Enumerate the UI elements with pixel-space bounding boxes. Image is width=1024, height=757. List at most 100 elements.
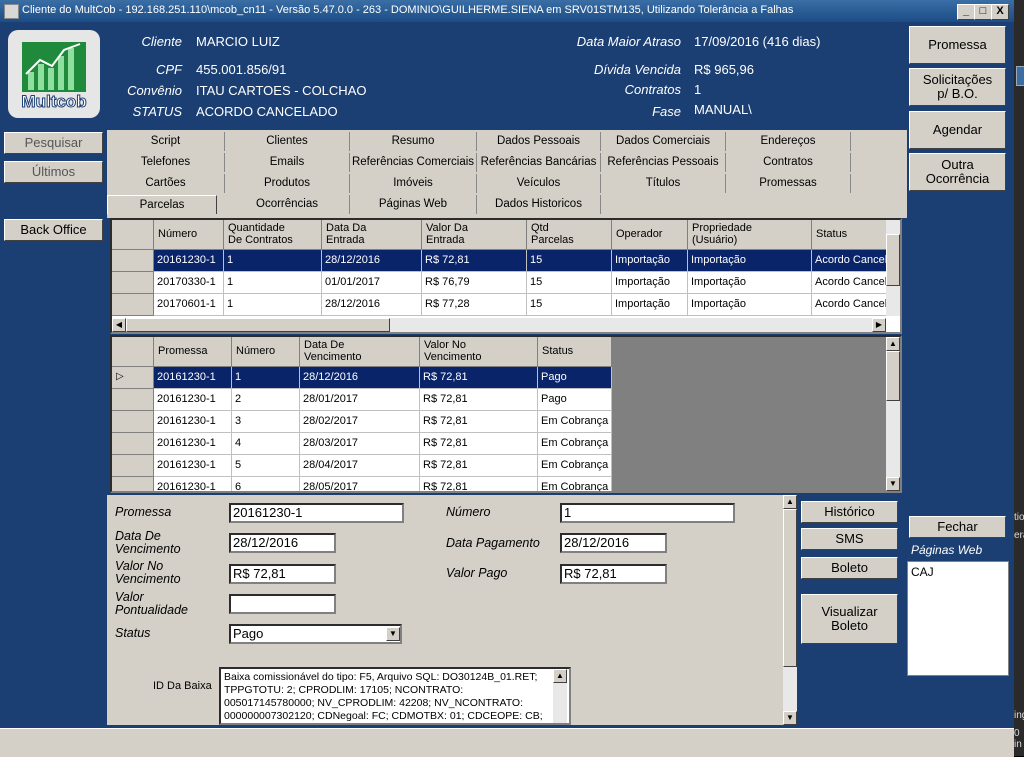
scroll-thumb[interactable] [886,234,900,286]
table-cell[interactable]: 20161230-1 [154,455,232,477]
table-cell[interactable]: R$ 72,81 [420,411,538,433]
tab-referencias-pessoais[interactable]: Referências Pessoais [601,153,726,172]
table-cell[interactable]: 2 [232,389,300,411]
minimize-button[interactable]: _ [957,4,975,20]
tab-emails[interactable]: Emails [225,153,350,172]
table-cell[interactable]: 28/01/2017 [300,389,420,411]
col-header-promessa[interactable]: Promessa [154,337,232,367]
table-cell[interactable]: R$ 72,81 [420,477,538,491]
tab-produtos[interactable]: Produtos [225,174,350,193]
table-cell[interactable]: 5 [232,455,300,477]
tab-script[interactable]: Script [107,132,225,151]
data-vencimento-field[interactable]: 28/12/2016 [229,533,336,553]
id-baixa-textarea[interactable]: Baixa comissionável do tipo: F5, Arquivo… [219,667,571,725]
col-header-data-vencimento[interactable]: Data De Vencimento [300,337,420,367]
table-cell[interactable]: 20161230-1 [154,411,232,433]
table-cell[interactable]: 15 [527,272,612,294]
scroll-down-icon[interactable]: ▼ [886,477,900,491]
pesquisar-button[interactable]: Pesquisar [4,132,103,154]
col-header-operador[interactable]: Operador [612,220,688,250]
table-cell[interactable]: R$ 72,81 [420,455,538,477]
col-header-quantidade[interactable]: Quantidade De Contratos [224,220,322,250]
scroll-up-icon[interactable]: ▲ [553,669,567,683]
dropdown-arrow-icon[interactable]: ▼ [386,627,400,641]
table-cell[interactable]: Importação [612,272,688,294]
tab-referencias-comerciais[interactable]: Referências Comerciais [350,153,477,172]
valor-vencimento-field[interactable]: R$ 72,81 [229,564,336,584]
promessa-button[interactable]: Promessa [909,26,1006,64]
table-cell[interactable]: 28/03/2017 [300,433,420,455]
parcelas-grid[interactable]: Promessa Número Data De Vencimento Valor… [110,335,902,493]
tab-cartoes[interactable]: Cartões [107,174,225,193]
scroll-down-icon[interactable]: ▼ [783,711,797,725]
scroll-thumb[interactable] [783,509,797,667]
row-header[interactable] [112,477,154,491]
table-cell[interactable]: Importação [688,272,812,294]
tab-dados-historicos[interactable]: Dados Historicos [477,195,601,214]
table-cell[interactable]: 15 [527,250,612,272]
scroll-thumb[interactable] [886,351,900,401]
table-cell[interactable]: Importação [688,294,812,316]
tab-ocorrencias[interactable]: Ocorrências [225,195,350,214]
scroll-up-icon[interactable]: ▲ [886,337,900,351]
tab-dados-pessoais[interactable]: Dados Pessoais [477,132,601,151]
row-header[interactable] [112,389,154,411]
tab-titulos[interactable]: Títulos [601,174,726,193]
table-cell[interactable]: Importação [612,294,688,316]
vertical-scrollbar[interactable] [886,220,900,316]
solicitacoes-bo-button[interactable]: Solicitações p/ B.O. [909,68,1006,106]
tab-veiculos[interactable]: Veículos [477,174,601,193]
table-cell[interactable]: 20161230-1 [154,250,224,272]
current-row-arrow-icon[interactable]: ▷ [112,367,154,389]
table-cell[interactable]: R$ 72,81 [420,367,538,389]
table-cell[interactable]: 28/12/2016 [300,367,420,389]
visualizar-boleto-button[interactable]: Visualizar Boleto [801,594,898,644]
row-header[interactable] [112,272,154,294]
historico-button[interactable]: Histórico [801,501,898,523]
scroll-left-icon[interactable]: ◀ [112,318,126,332]
table-cell[interactable]: 6 [232,477,300,491]
col-header-status[interactable]: Status [812,220,888,250]
table-cell[interactable]: 1 [224,250,322,272]
table-cell[interactable]: 20161230-1 [154,477,232,491]
tab-contratos[interactable]: Contratos [726,153,851,172]
status-select[interactable]: Pago ▼ [229,624,402,644]
table-cell[interactable]: Em Cobrança [538,411,612,433]
table-cell[interactable]: 01/01/2017 [322,272,422,294]
horizontal-scrollbar[interactable]: ◀ ▶ [112,318,886,332]
table-cell[interactable]: R$ 77,28 [422,294,527,316]
table-cell[interactable]: R$ 72,81 [422,250,527,272]
tab-enderecos[interactable]: Endereços [726,132,851,151]
tab-telefones[interactable]: Telefones [107,153,225,172]
table-cell[interactable]: Acordo Cancel [812,250,888,272]
table-cell[interactable]: R$ 72,81 [420,433,538,455]
tab-promessas[interactable]: Promessas [726,174,851,193]
ultimos-button[interactable]: Últimos [4,161,103,183]
table-cell[interactable]: 1 [224,294,322,316]
scroll-up-icon[interactable]: ▲ [783,495,797,509]
data-pagamento-field[interactable]: 28/12/2016 [560,533,667,553]
scroll-thumb[interactable] [126,318,390,332]
scroll-right-icon[interactable]: ▶ [872,318,886,332]
tab-referencias-bancarias[interactable]: Referências Bancárias [477,153,601,172]
table-cell[interactable]: Pago [538,389,612,411]
table-cell[interactable]: Importação [612,250,688,272]
table-cell[interactable]: R$ 76,79 [422,272,527,294]
row-header[interactable] [112,294,154,316]
valor-pago-field[interactable]: R$ 72,81 [560,564,667,584]
tab-imoveis[interactable]: Imóveis [350,174,477,193]
table-cell[interactable]: 1 [224,272,322,294]
boleto-button[interactable]: Boleto [801,557,898,579]
table-cell[interactable]: Importação [688,250,812,272]
row-header[interactable] [112,411,154,433]
vertical-scrollbar[interactable]: ▲ [553,669,567,723]
col-header-propriedade[interactable]: Propriedade (Usuário) [688,220,812,250]
col-header-numero[interactable]: Número [154,220,224,250]
paginas-web-list[interactable]: CAJ [907,561,1009,676]
sms-button[interactable]: SMS [801,528,898,550]
tab-parcelas[interactable]: Parcelas [107,195,217,214]
row-header[interactable] [112,250,154,272]
table-cell[interactable]: Em Cobrança [538,433,612,455]
table-cell[interactable]: Acordo Cancel [812,294,888,316]
numero-field[interactable]: 1 [560,503,735,523]
